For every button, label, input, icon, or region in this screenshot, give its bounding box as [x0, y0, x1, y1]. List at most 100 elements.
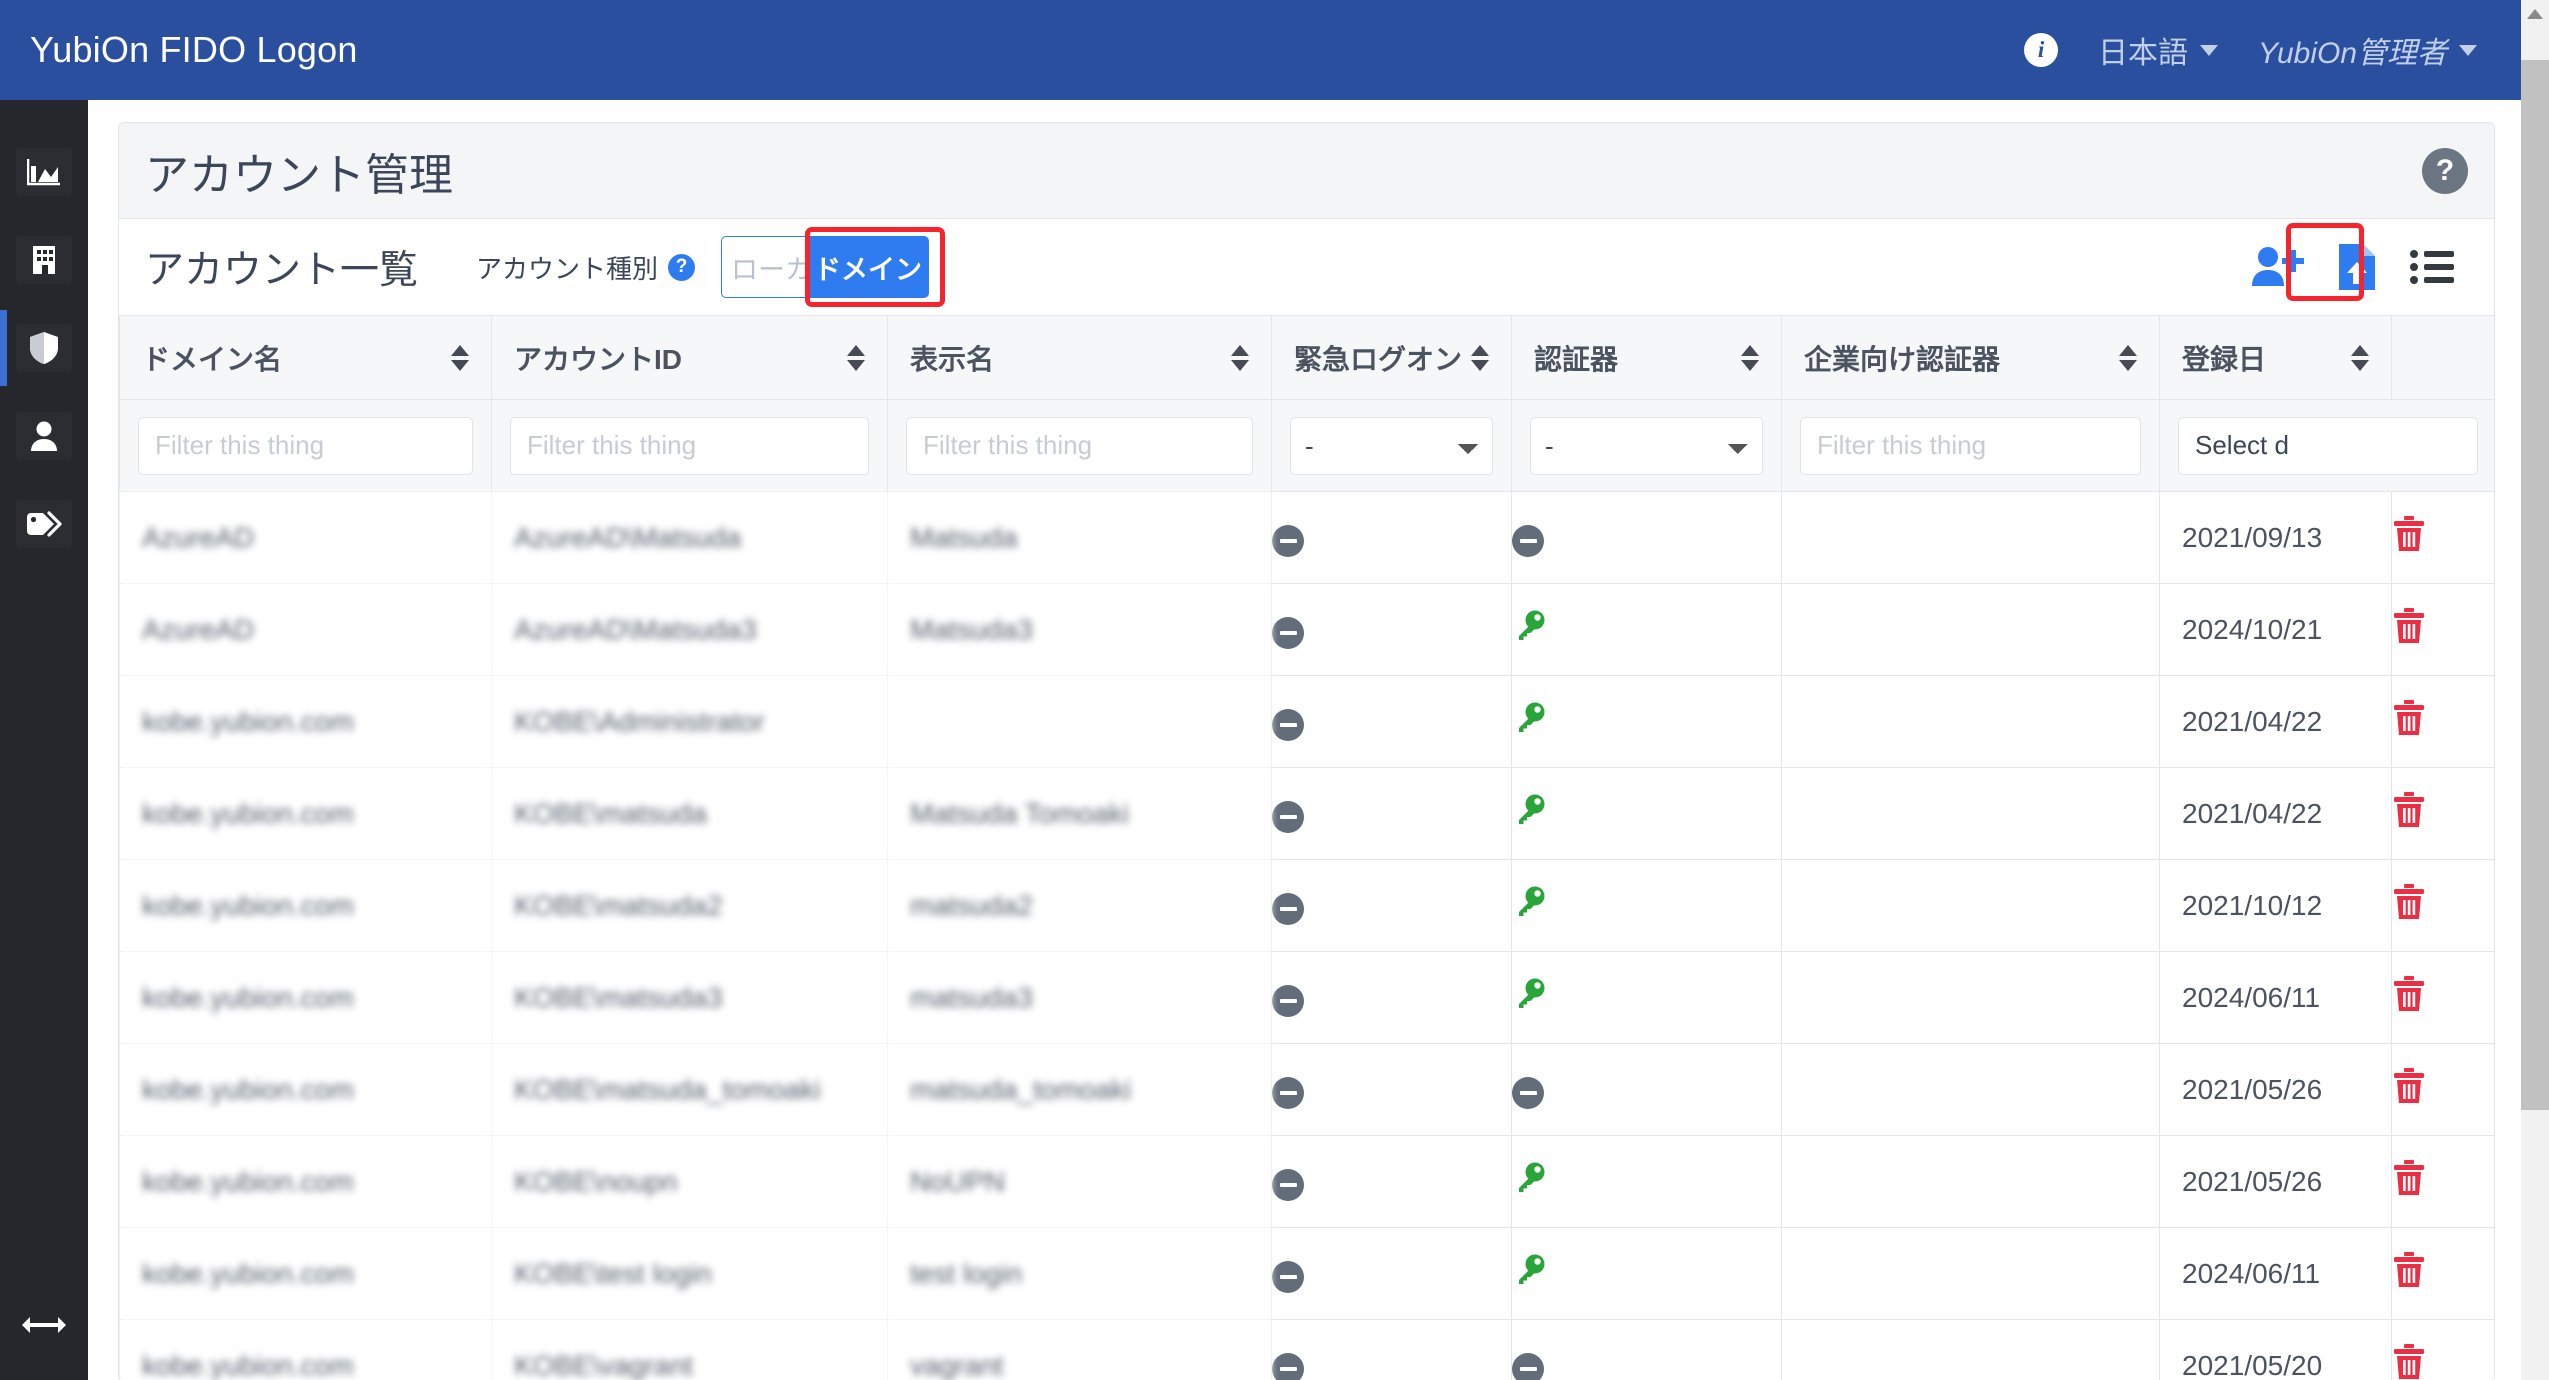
- minus-circle-icon: [1512, 525, 1544, 557]
- filter-input-domain[interactable]: [138, 416, 473, 475]
- cell-domain: AzureAD: [119, 491, 492, 584]
- main-content: アカウント管理 ? アカウント一覧 アカウント種別 ? ローカル ドメイン ドメ…: [88, 100, 2529, 1380]
- cell-actions: [2391, 1319, 2494, 1380]
- trash-icon: [2394, 700, 2424, 735]
- user-menu-label: YubiOn管理者: [2258, 37, 2447, 70]
- cell-account-id: KOBE\Administrator: [491, 675, 888, 768]
- sidebar-item-account-management[interactable]: [0, 304, 88, 392]
- delete-row-button[interactable]: [2392, 1252, 2426, 1295]
- column-label: 登録日: [2182, 343, 2267, 375]
- delete-row-button[interactable]: [2392, 976, 2426, 1019]
- sidebar-item-tags[interactable]: [0, 480, 88, 568]
- page-scrollbar[interactable]: [2521, 0, 2549, 1380]
- user-menu-dropdown[interactable]: YubiOn管理者: [2258, 28, 2477, 72]
- toggle-domain-button[interactable]: ドメイン: [807, 236, 930, 298]
- cell-enterprise-authenticator: [1781, 1319, 2160, 1380]
- sort-icon[interactable]: [451, 344, 469, 371]
- filter-datepicker-registered-date[interactable]: Select d: [2178, 416, 2478, 475]
- scroll-up-arrow-icon[interactable]: [2521, 0, 2549, 28]
- cell-domain: kobe.yubion.com: [119, 859, 492, 952]
- table-row[interactable]: kobe.yubion.com KOBE\vagrant vagrant 2021/0…: [119, 1319, 2494, 1380]
- file-upload-icon: [2339, 244, 2375, 290]
- filter-select-authenticator[interactable]: -: [1530, 416, 1763, 475]
- app-brand[interactable]: YubiOn FIDO Logon: [30, 29, 358, 71]
- cell-account-id: KOBE\matsuda3: [491, 951, 888, 1044]
- delete-row-button[interactable]: [2392, 1068, 2426, 1111]
- column-label: 緊急ログオン: [1294, 343, 1463, 375]
- chevron-down-icon: [2200, 44, 2219, 56]
- cell-account-id: AzureAD\Matsuda3: [491, 583, 888, 676]
- filter-cell-account-id: [491, 399, 888, 492]
- top-navbar: YubiOn FIDO Logon i 日本語 YubiOn管理者: [0, 0, 2549, 100]
- column-header-account-id[interactable]: アカウントID: [491, 315, 888, 400]
- table-row[interactable]: AzureAD AzureAD\Matsuda Matsuda 2021/09/13: [119, 491, 2494, 584]
- cell-registered-date: 2024/06/11: [2159, 951, 2392, 1044]
- table-row[interactable]: AzureAD AzureAD\Matsuda3 Matsuda3 2024/10/2…: [119, 583, 2494, 676]
- filter-cell-emergency-logon: -: [1271, 399, 1512, 492]
- delete-row-button[interactable]: [2392, 1160, 2426, 1203]
- filter-input-account-id[interactable]: [510, 416, 869, 475]
- table-row[interactable]: kobe.yubion.com KOBE\matsuda Matsuda Tomoa…: [119, 767, 2494, 860]
- sidebar-item-organization[interactable]: [0, 216, 88, 304]
- column-header-display-name[interactable]: 表示名: [887, 315, 1272, 400]
- delete-row-button[interactable]: [2392, 608, 2426, 651]
- question-circle-icon[interactable]: ?: [2422, 147, 2468, 194]
- filter-input-enterprise-authenticator[interactable]: [1800, 416, 2141, 475]
- sidebar-item-dashboard[interactable]: [0, 128, 88, 216]
- cell-authenticator: [1511, 767, 1782, 860]
- sidebar-collapse-toggle[interactable]: [0, 1270, 88, 1380]
- cell-enterprise-authenticator: [1781, 1043, 2160, 1136]
- table-row[interactable]: kobe.yubion.com KOBE\matsuda_tomoaki matsu…: [119, 1043, 2494, 1136]
- table-row[interactable]: kobe.yubion.com KOBE\matsuda3 matsuda3 2024…: [119, 951, 2494, 1044]
- sort-icon[interactable]: [2351, 344, 2369, 371]
- table-row[interactable]: kobe.yubion.com KOBE\matsuda2 matsuda2 2021…: [119, 859, 2494, 952]
- cell-display-name: matsuda2: [887, 859, 1272, 952]
- delete-row-button[interactable]: [2392, 700, 2426, 743]
- table-row[interactable]: kobe.yubion.com KOBE\noupn NoUPN 2021/05/26: [119, 1135, 2494, 1228]
- app-root: YubiOn FIDO Logon i 日本語 YubiOn管理者 アカウント管…: [0, 0, 2549, 1380]
- list-ul-icon: [2410, 250, 2454, 284]
- cell-authenticator: [1511, 1043, 1782, 1136]
- cell-domain: kobe.yubion.com: [119, 767, 492, 860]
- column-header-enterprise-authenticator[interactable]: 企業向け認証器: [1781, 315, 2160, 400]
- shield-icon: [16, 324, 72, 372]
- arrows-left-right-icon: [22, 1317, 66, 1333]
- cell-actions: [2391, 859, 2494, 952]
- cell-enterprise-authenticator: [1781, 675, 2160, 768]
- trash-icon: [2394, 1344, 2424, 1379]
- delete-row-button[interactable]: [2392, 516, 2426, 559]
- column-header-emergency-logon[interactable]: 緊急ログオン: [1271, 315, 1512, 400]
- sidebar-item-users[interactable]: [0, 392, 88, 480]
- sort-icon[interactable]: [2119, 344, 2137, 371]
- info-icon[interactable]: i: [2024, 33, 2059, 67]
- import-file-button[interactable]: [2336, 242, 2378, 292]
- cell-enterprise-authenticator: [1781, 1227, 2160, 1320]
- add-user-button[interactable]: [2250, 246, 2304, 288]
- column-header-authenticator[interactable]: 認証器: [1511, 315, 1782, 400]
- cell-actions: [2391, 1227, 2494, 1320]
- sort-icon[interactable]: [847, 344, 865, 371]
- key-icon: [1519, 794, 1545, 824]
- scrollbar-thumb[interactable]: [2521, 60, 2549, 1110]
- filter-input-display-name[interactable]: [906, 416, 1253, 475]
- delete-row-button[interactable]: [2392, 1344, 2426, 1380]
- table-row[interactable]: kobe.yubion.com KOBE\Administrator 2021/04…: [119, 675, 2494, 768]
- cell-domain: AzureAD: [119, 583, 492, 676]
- column-header-registered-date[interactable]: 登録日: [2159, 315, 2392, 400]
- list-view-button[interactable]: [2410, 249, 2456, 285]
- cell-enterprise-authenticator: [1781, 1135, 2160, 1228]
- delete-row-button[interactable]: [2392, 792, 2426, 835]
- table-body: AzureAD AzureAD\Matsuda Matsuda 2021/09/13 A…: [119, 491, 2494, 1380]
- column-header-domain[interactable]: ドメイン名: [119, 315, 492, 400]
- filter-cell-authenticator: -: [1511, 399, 1782, 492]
- sort-icon[interactable]: [1741, 344, 1759, 371]
- sort-icon[interactable]: [1471, 344, 1489, 371]
- sort-icon[interactable]: [1231, 344, 1249, 371]
- language-dropdown[interactable]: 日本語: [2098, 28, 2219, 72]
- table-row[interactable]: kobe.yubion.com KOBE\test login test login…: [119, 1227, 2494, 1320]
- key-icon: [1519, 702, 1545, 732]
- filter-select-emergency-logon[interactable]: -: [1290, 416, 1493, 475]
- delete-row-button[interactable]: [2392, 884, 2426, 927]
- key-icon: [1519, 978, 1545, 1008]
- account-type-help-icon[interactable]: ?: [668, 253, 696, 281]
